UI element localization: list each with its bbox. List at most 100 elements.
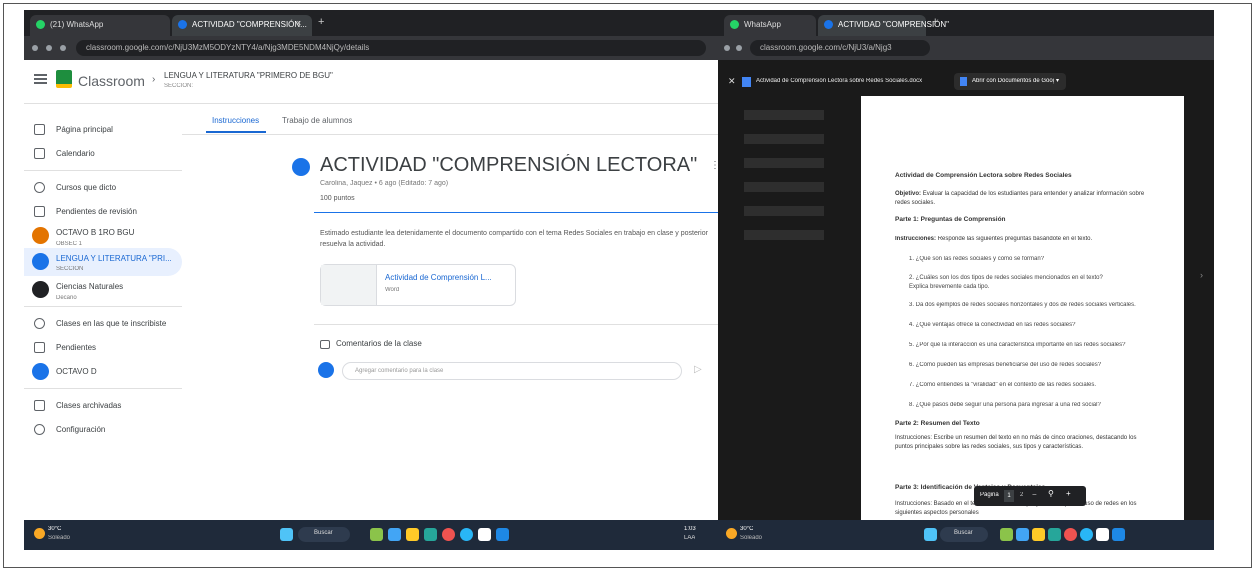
edge-icon[interactable] xyxy=(1080,528,1093,541)
attachment-title: Actividad de Comprensión L... xyxy=(385,273,492,282)
doc-question: 1. ¿Qué son las redes sociales y cómo se… xyxy=(909,256,1045,262)
more-options-icon[interactable]: ⋮ xyxy=(710,160,718,171)
weather-condition: Soleado xyxy=(740,535,763,541)
open-with-button[interactable]: Abrir con Documentos de Google ▾ xyxy=(954,73,1066,90)
taskbar-app-icon[interactable] xyxy=(1000,528,1013,541)
breadcrumb-course[interactable]: LENGUA Y LITERATURA "PRIMERO DE BGU" xyxy=(164,71,424,80)
divider xyxy=(24,306,182,307)
divider xyxy=(182,134,718,135)
weather-temp: 30°C xyxy=(48,526,62,532)
taskbar-app-icon[interactable] xyxy=(1096,528,1109,541)
forward-icon[interactable] xyxy=(736,45,742,51)
browser-tab-whatsapp[interactable]: (21) WhatsApp xyxy=(30,15,170,36)
taskbar-app-icon[interactable] xyxy=(388,528,401,541)
right-screenshot: WhatsApp ACTIVIDAD "COMPRENSIÓN" + class… xyxy=(718,10,1214,550)
edge-icon[interactable] xyxy=(460,528,473,541)
assignment-meta: Carolina, Jaquez • 6 ago (Editado: 7 ago… xyxy=(320,180,449,187)
windows-start-icon[interactable] xyxy=(280,528,293,541)
dimmed-sidebar xyxy=(724,100,844,500)
doc-question: 3. Da dos ejemplos de redes sociales hor… xyxy=(909,302,1136,308)
chevron-down-icon: ▾ xyxy=(1056,78,1060,84)
doc-part2-heading: Parte 2: Resumen del Texto xyxy=(895,420,980,427)
browser-tab-activity[interactable]: ACTIVIDAD "COMPRENSIÓN" xyxy=(818,15,949,36)
sidebar: Página principal Calendario Cursos que d… xyxy=(24,104,182,520)
sidebar-item-course-ciencias[interactable]: Ciencias Naturales Decano xyxy=(24,278,182,302)
back-icon[interactable] xyxy=(32,45,38,51)
browser-tab-bar: WhatsApp ACTIVIDAD "COMPRENSIÓN" + xyxy=(718,10,1214,36)
store-icon[interactable] xyxy=(1112,528,1125,541)
sidebar-item-course-octavo-d[interactable]: OCTAVO D xyxy=(24,360,182,384)
classroom-header: Classroom › LENGUA Y LITERATURA "PRIMERO… xyxy=(24,60,718,104)
main-content: Instrucciones Trabajo de alumnos ACTIVID… xyxy=(182,104,718,520)
weather-condition: Soleado xyxy=(48,535,71,541)
sidebar-item-course-lengua[interactable]: LENGUA Y LITERATURA "PRI... SECCIÓN xyxy=(24,248,182,276)
sidebar-item-course-octavo-b[interactable]: OCTAVO B 1RO BGU OBSEC 1 xyxy=(24,224,182,248)
sidebar-item-calendar[interactable]: Calendario xyxy=(24,142,182,166)
new-tab-icon[interactable]: + xyxy=(932,16,938,28)
taskbar-search[interactable]: Buscar xyxy=(298,527,350,542)
url-field[interactable]: classroom.google.com/c/NjU3MzM5ODYzNTY4/… xyxy=(76,40,706,56)
next-file-icon[interactable]: › xyxy=(1200,270,1203,280)
doc-question: 2. ¿Cuáles son los dos tipos de redes so… xyxy=(909,275,1103,290)
reload-icon[interactable] xyxy=(60,45,66,51)
back-icon[interactable] xyxy=(724,45,730,51)
doc-instructions1: Instrucciones: Responde las siguientes p… xyxy=(895,236,1093,242)
doc-question: 4. ¿Qué ventajas ofrece la conectividad … xyxy=(909,322,1076,328)
browser-tab-whatsapp[interactable]: WhatsApp xyxy=(724,15,816,36)
browser-tab-bar: (21) WhatsApp ACTIVIDAD "COMPRENSIÓN... … xyxy=(24,10,718,36)
people-icon xyxy=(34,182,45,193)
taskbar-app-icon[interactable] xyxy=(1048,528,1061,541)
sidebar-item-archived[interactable]: Clases archivadas xyxy=(24,394,182,418)
assignment-icon xyxy=(34,342,45,353)
new-tab-icon[interactable]: + xyxy=(318,16,324,28)
brand-name[interactable]: Classroom xyxy=(78,73,145,89)
gear-icon xyxy=(34,424,45,435)
address-bar-row: classroom.google.com/c/NjU3MzM5ODYzNTY4/… xyxy=(24,36,718,60)
taskbar-app-icon[interactable] xyxy=(424,528,437,541)
folder-icon[interactable] xyxy=(1032,528,1045,541)
taskbar-search[interactable]: Buscar xyxy=(940,527,988,542)
send-icon[interactable]: ▷ xyxy=(694,364,702,375)
page-total: 2 xyxy=(1020,492,1024,498)
chrome-icon[interactable] xyxy=(442,528,455,541)
attachment-card[interactable]: Actividad de Comprensión L... Word xyxy=(320,264,516,306)
forward-icon[interactable] xyxy=(46,45,52,51)
sidebar-item-pending[interactable]: Pendientes xyxy=(24,336,182,360)
school-icon xyxy=(34,318,45,329)
windows-start-icon[interactable] xyxy=(924,528,937,541)
sidebar-item-settings[interactable]: Configuración xyxy=(24,418,182,442)
weather-icon xyxy=(726,528,737,539)
course-avatar xyxy=(32,227,49,244)
close-icon[interactable]: ✕ xyxy=(728,76,736,87)
taskbar-app-icon[interactable] xyxy=(370,528,383,541)
classroom-logo-icon xyxy=(56,70,72,88)
url-field[interactable]: classroom.google.com/c/NjU3/a/Njg3 xyxy=(750,40,930,56)
sidebar-item-to-review[interactable]: Pendientes de revisión xyxy=(24,200,182,224)
taskbar-app-icon[interactable] xyxy=(478,528,491,541)
comment-input[interactable]: Agregar comentario para la clase xyxy=(342,362,682,380)
close-tab-icon[interactable]: × xyxy=(296,18,301,28)
menu-icon[interactable] xyxy=(34,74,47,85)
course-avatar xyxy=(32,253,49,270)
clock-time: 1:03 xyxy=(684,526,696,532)
taskbar-app-icon[interactable] xyxy=(1016,528,1029,541)
page-label: Página xyxy=(980,492,999,498)
sidebar-item-home[interactable]: Página principal xyxy=(24,118,182,142)
tab-instructions[interactable]: Instrucciones xyxy=(212,116,259,125)
chrome-icon[interactable] xyxy=(1064,528,1077,541)
doc-instructions2: Instrucciones: Escribe un resumen del te… xyxy=(895,435,1137,450)
zoom-icon[interactable]: ⚲ xyxy=(1048,489,1054,498)
whatsapp-icon xyxy=(36,20,45,29)
active-tab-indicator xyxy=(206,131,266,133)
page-number-input[interactable]: 1 xyxy=(1004,490,1014,502)
address-bar-row: classroom.google.com/c/NjU3/a/Njg3 xyxy=(718,36,1214,60)
zoom-in-icon[interactable]: + xyxy=(1066,489,1071,498)
folder-icon[interactable] xyxy=(406,528,419,541)
sidebar-item-teaching[interactable]: Cursos que dicto xyxy=(24,176,182,200)
tab-student-work[interactable]: Trabajo de alumnos xyxy=(282,116,352,125)
browser-tab-activity[interactable]: ACTIVIDAD "COMPRENSIÓN... xyxy=(172,15,312,36)
assignment-points: 100 puntos xyxy=(320,195,355,202)
sidebar-item-enrolled[interactable]: Clases en las que te inscribiste xyxy=(24,312,182,336)
zoom-out-icon[interactable]: − xyxy=(1032,490,1037,499)
store-icon[interactable] xyxy=(496,528,509,541)
